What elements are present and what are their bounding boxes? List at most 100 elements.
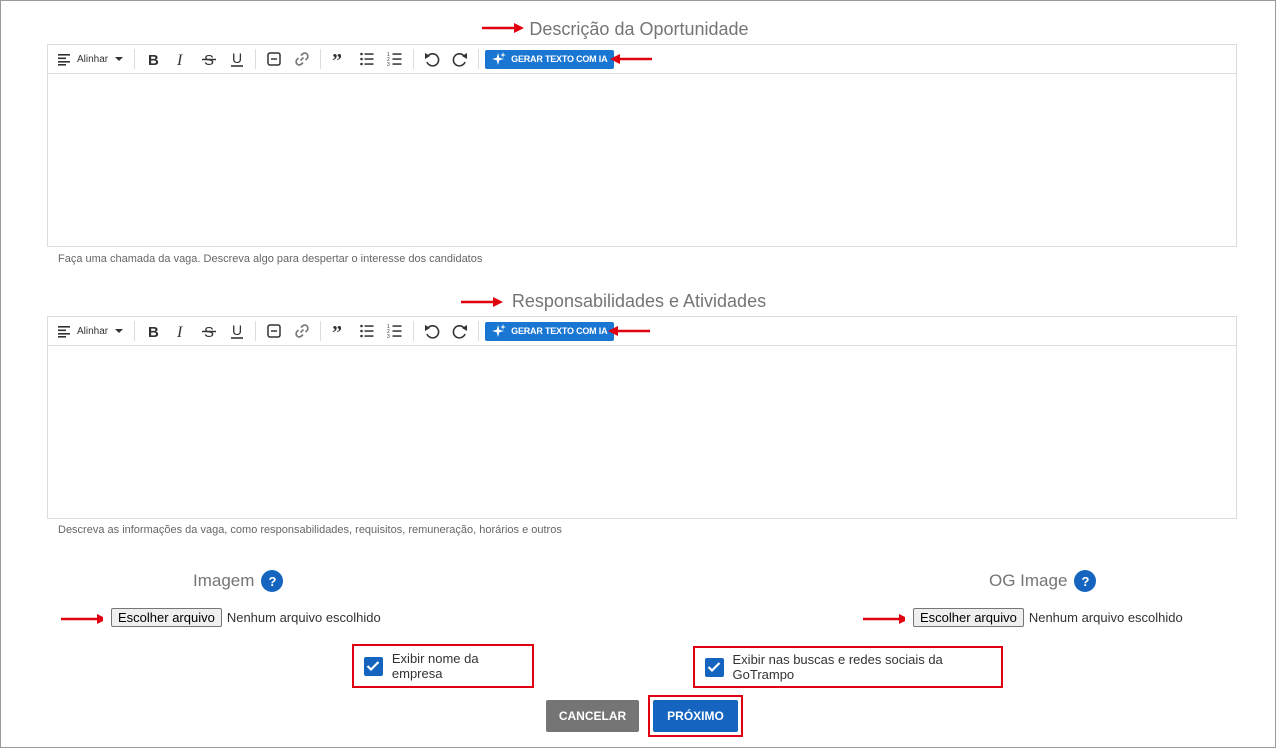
numbered-list-icon: 123	[387, 324, 402, 340]
link-icon	[295, 324, 309, 338]
next-button-highlight: PRÓXIMO	[648, 695, 743, 737]
redo-button[interactable]	[446, 319, 474, 343]
imagem-file-input: Escolher arquivo Nenhum arquivo escolhid…	[111, 608, 381, 627]
link-button[interactable]	[288, 47, 316, 71]
checkmark-icon	[367, 661, 380, 672]
generate-ai-text-button[interactable]: GERAR TEXTO COM IA	[485, 321, 615, 341]
section-title-responsabilidades: Responsabilidades e Atividades	[511, 291, 767, 311]
underline-button[interactable]: U	[223, 47, 251, 71]
bullet-list-icon	[360, 52, 374, 66]
bold-button[interactable]: B	[139, 47, 167, 71]
toolbar-divider	[478, 321, 480, 341]
exibir-nome-empresa-checkbox[interactable]	[364, 656, 383, 676]
undo-icon	[425, 53, 440, 67]
editor-content-area[interactable]	[48, 74, 1236, 246]
quote-button[interactable]: ”	[325, 319, 353, 343]
quote-button[interactable]: ”	[325, 47, 353, 71]
bullet-list-button[interactable]	[353, 47, 381, 71]
align-icon	[58, 326, 70, 338]
link-icon	[295, 52, 309, 66]
exibir-buscas-checkbox[interactable]	[705, 657, 724, 677]
cancel-button[interactable]: CANCELAR	[546, 700, 639, 732]
og-image-choose-file-button[interactable]: Escolher arquivo	[913, 608, 1024, 627]
red-arrow-right-icon	[61, 614, 103, 624]
toolbar-divider	[134, 49, 136, 69]
red-arrow-right-icon	[863, 614, 905, 624]
exibir-nome-empresa-option: Exibir nome da empresa	[352, 644, 534, 688]
toolbar-divider	[413, 49, 415, 69]
quote-icon: ”	[332, 322, 342, 340]
svg-text:”: ”	[332, 50, 342, 68]
svg-text:3: 3	[387, 334, 390, 340]
exibir-nome-empresa-label: Exibir nome da empresa	[391, 651, 479, 681]
generate-ai-text-label: GERAR TEXTO COM IA	[511, 54, 608, 64]
generate-ai-text-button[interactable]: GERAR TEXTO COM IA	[485, 49, 615, 69]
svg-text:I: I	[176, 324, 183, 340]
toolbar-divider	[255, 49, 257, 69]
underline-icon: U	[231, 322, 244, 339]
exibir-buscas-option: Exibir nas buscas e redes sociais da GoT…	[693, 646, 1003, 688]
redo-icon	[452, 325, 468, 339]
numbered-list-button[interactable]: 123	[381, 47, 409, 71]
generate-ai-text-label: GERAR TEXTO COM IA	[511, 326, 608, 336]
toolbar-divider	[478, 49, 480, 69]
quote-icon: ”	[332, 50, 342, 68]
numbered-list-button[interactable]: 123	[381, 319, 409, 343]
og-image-help-icon[interactable]: ?	[1074, 570, 1097, 592]
horizontal-rule-icon	[267, 52, 281, 66]
bold-icon: B	[148, 324, 159, 340]
numbered-list-icon: 123	[387, 52, 402, 68]
og-image-file-input: Escolher arquivo Nenhum arquivo escolhid…	[913, 608, 1183, 627]
italic-button[interactable]: I	[167, 319, 195, 343]
page-frame: Descrição da Oportunidade Alinhar B I S	[0, 0, 1276, 748]
italic-icon: I	[176, 52, 183, 68]
undo-button[interactable]	[418, 47, 446, 71]
horizontal-rule-icon	[267, 324, 281, 338]
undo-icon	[425, 325, 440, 339]
horizontal-rule-button[interactable]	[260, 319, 288, 343]
helper-text-descricao: Faça uma chamada da vaga. Descreva algo …	[58, 253, 483, 265]
align-dropdown[interactable]: Alinhar	[57, 52, 130, 66]
imagem-help-icon[interactable]: ?	[261, 570, 284, 592]
toolbar-divider	[320, 321, 322, 341]
imagem-choose-file-button[interactable]: Escolher arquivo	[111, 608, 222, 627]
svg-text:B: B	[148, 52, 159, 68]
bullet-list-icon	[360, 324, 374, 338]
toolbar-divider	[320, 49, 322, 69]
align-label: Alinhar	[77, 53, 109, 65]
redo-button[interactable]	[446, 47, 474, 71]
exibir-buscas-label: Exibir nas buscas e redes sociais da GoT…	[732, 652, 943, 682]
underline-icon: U	[231, 50, 244, 67]
strikethrough-button[interactable]: S	[195, 47, 223, 71]
imagem-label-group: Imagem ?	[193, 570, 284, 592]
next-button[interactable]: PRÓXIMO	[653, 700, 738, 732]
sparkle-icon	[492, 324, 507, 337]
align-label: Alinhar	[77, 325, 109, 337]
undo-button[interactable]	[418, 319, 446, 343]
bullet-list-button[interactable]	[353, 319, 381, 343]
strikethrough-icon: S	[202, 52, 217, 68]
italic-button[interactable]: I	[167, 47, 195, 71]
caret-down-icon	[115, 57, 124, 61]
toolbar-divider	[255, 321, 257, 341]
red-arrow-left-icon	[610, 54, 652, 64]
redo-icon	[452, 53, 468, 67]
og-image-label-group: OG Image ?	[989, 570, 1097, 592]
italic-icon: I	[176, 324, 183, 340]
link-button[interactable]	[288, 319, 316, 343]
strikethrough-icon: S	[202, 324, 217, 340]
og-image-file-status: Nenhum arquivo escolhido	[1028, 610, 1183, 625]
section-title-descricao: Descrição da Oportunidade	[529, 19, 749, 39]
bold-icon: B	[148, 52, 159, 68]
underline-button[interactable]: U	[223, 319, 251, 343]
editor-responsabilidades: Alinhar B I S U ” 1 2 3 GERAR TEXTO COM …	[47, 316, 1237, 519]
bold-button[interactable]: B	[139, 319, 167, 343]
checkmark-icon	[707, 662, 721, 673]
imagem-label: Imagem	[193, 571, 255, 590]
strikethrough-button[interactable]: S	[195, 319, 223, 343]
svg-text:U: U	[232, 322, 242, 338]
horizontal-rule-button[interactable]	[260, 47, 288, 71]
editor-content-area[interactable]	[48, 346, 1236, 518]
svg-text:U: U	[232, 50, 242, 66]
align-dropdown[interactable]: Alinhar	[57, 324, 130, 338]
